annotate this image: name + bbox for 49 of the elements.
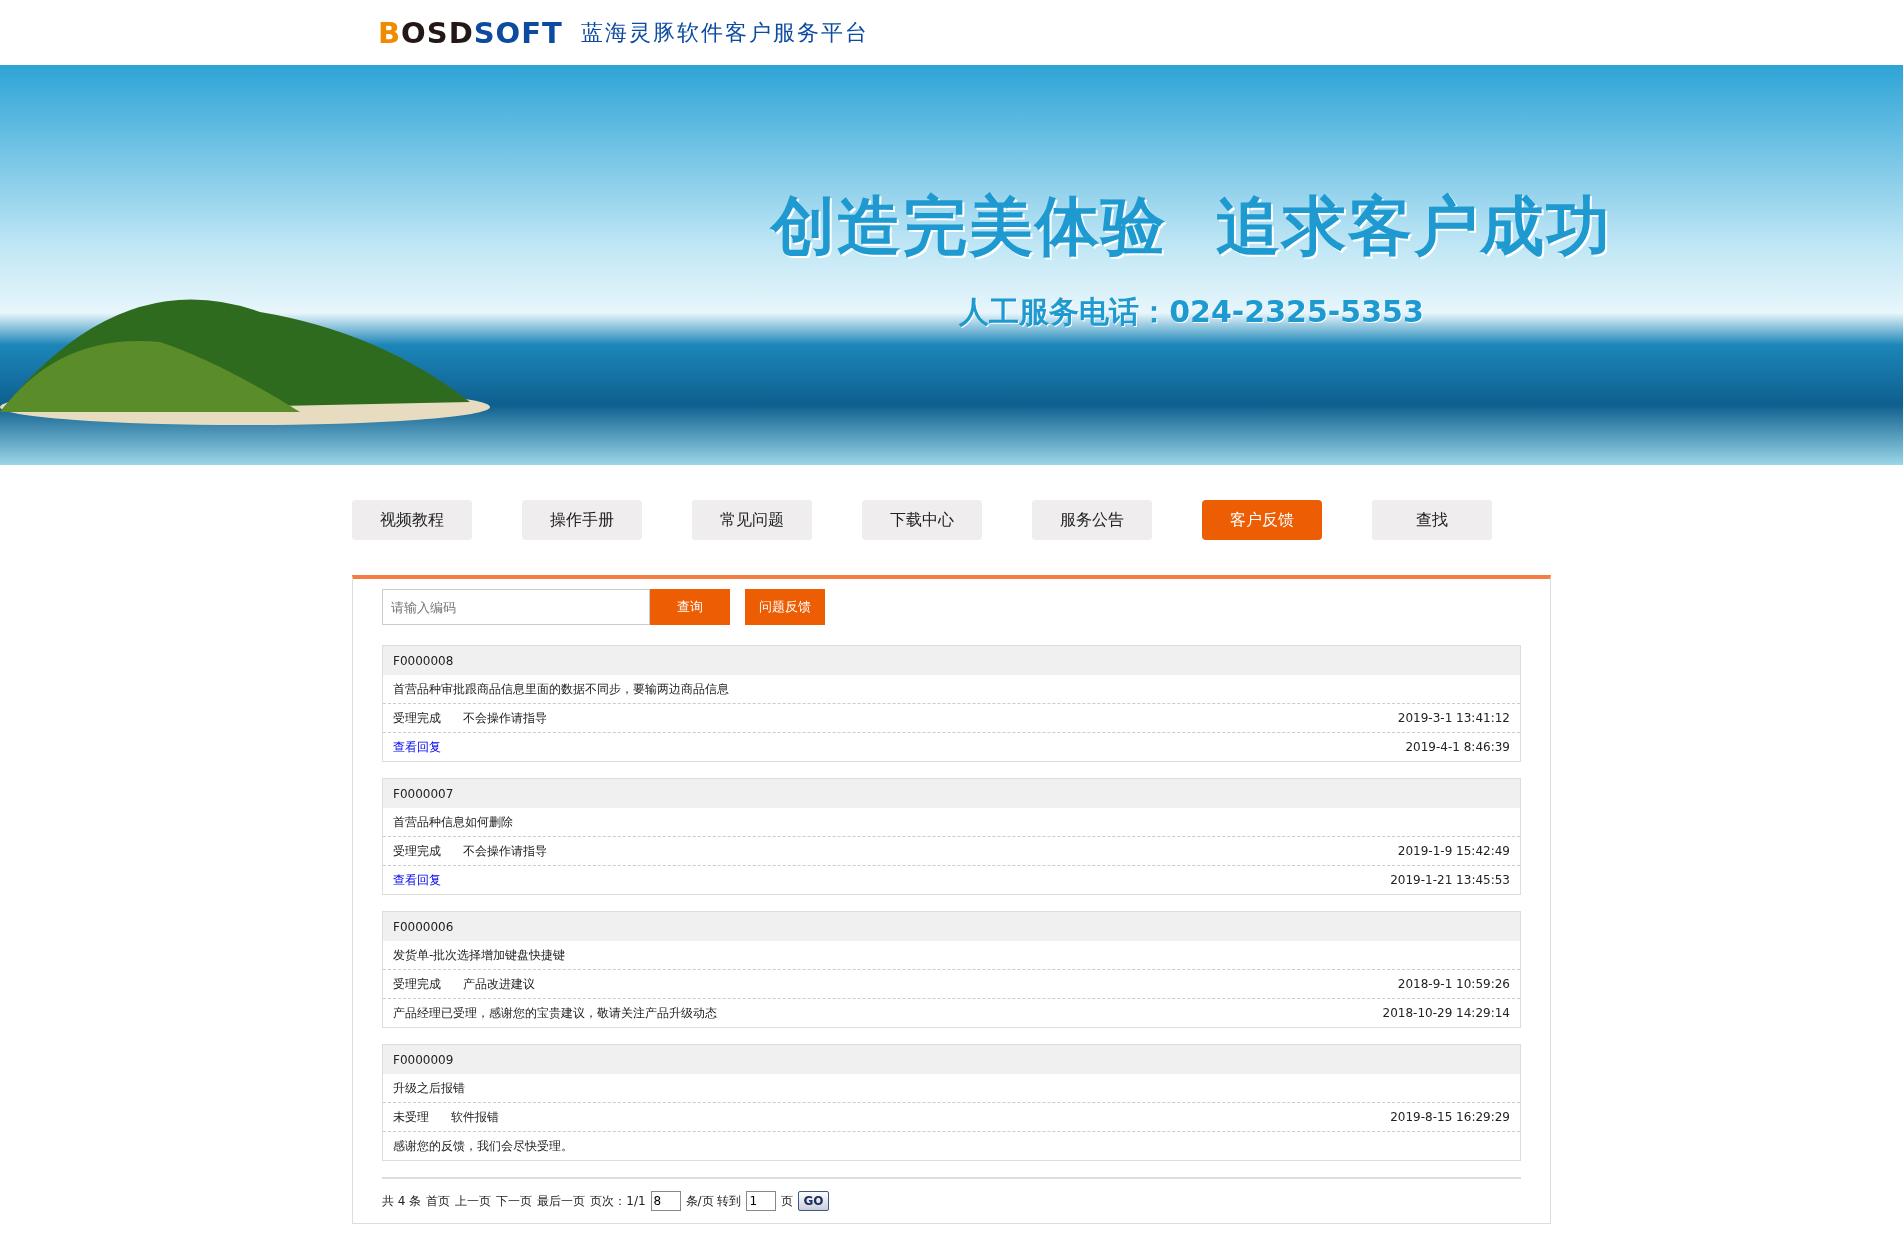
record-status: 未受理	[393, 1108, 429, 1126]
record-code: F0000009	[393, 1052, 454, 1067]
reply-text: 感谢您的反馈，我们会尽快受理。	[393, 1137, 573, 1155]
per-page-label: 条/页 转到	[685, 1192, 742, 1210]
nav-tab[interactable]: 查找	[1372, 500, 1492, 540]
record-category: 不会操作请指导	[463, 842, 547, 860]
prev-page-link[interactable]: 上一页	[455, 1192, 492, 1210]
record-title: 发货单-批次选择增加键盘快捷键	[393, 946, 566, 964]
nav-tab[interactable]: 服务公告	[1032, 500, 1152, 540]
reply-date: 2018-10-29 14:29:14	[1382, 1006, 1510, 1020]
record-category: 不会操作请指导	[463, 709, 547, 727]
service-phone: 人工服务电话：024-2325-5353	[959, 293, 1424, 331]
record-date: 2019-3-1 13:41:12	[1397, 711, 1510, 725]
banner-headline: 创造完美体验 追求客户成功	[771, 188, 1612, 265]
go-button[interactable]: GO	[798, 1191, 829, 1211]
nav-tab[interactable]: 常见问题	[692, 500, 812, 540]
record-code: F0000006	[393, 919, 454, 934]
record-code: F0000007	[393, 786, 454, 801]
next-page-link[interactable]: 下一页	[496, 1192, 533, 1210]
last-page-link[interactable]: 最后一页	[537, 1192, 586, 1210]
nav-tab[interactable]: 下载中心	[862, 500, 982, 540]
search-field[interactable]: 请输入编码	[382, 589, 650, 625]
page-size-field[interactable]: 8	[650, 1191, 681, 1211]
nav-tab[interactable]: 视频教程	[352, 500, 472, 540]
total-count: 共 4 条	[382, 1192, 422, 1210]
logo: BOSDSOFT	[378, 15, 563, 50]
goto-page-field[interactable]: 1	[746, 1191, 777, 1211]
record-status: 受理完成	[393, 842, 441, 860]
record-category: 产品改进建议	[463, 975, 535, 993]
view-reply-link[interactable]: 查看回复	[393, 871, 441, 889]
reply-date: 2019-1-21 13:45:53	[1390, 873, 1510, 887]
reply-text: 产品经理已受理，感谢您的宝贵建议，敬请关注产品升级动态	[393, 1004, 717, 1022]
page-info: 页次：1/1	[590, 1192, 646, 1210]
first-page-link[interactable]: 首页	[426, 1192, 451, 1210]
record-code: F0000008	[393, 653, 454, 668]
site-title: 蓝海灵豚软件客户服务平台	[580, 18, 869, 47]
record-date: 2019-1-9 15:42:49	[1397, 844, 1510, 858]
page-unit: 页	[781, 1192, 794, 1210]
record-date: 2018-9-1 10:59:26	[1397, 977, 1510, 991]
record-status: 受理完成	[393, 975, 441, 993]
nav-tab[interactable]: 操作手册	[522, 500, 642, 540]
record-title: 首营品种审批跟商品信息里面的数据不同步，要输两边商品信息	[393, 680, 729, 698]
record-status: 受理完成	[393, 709, 441, 727]
record-category: 软件报错	[451, 1108, 499, 1126]
record-title: 升级之后报错	[393, 1079, 465, 1097]
record-date: 2019-8-15 16:29:29	[1390, 1110, 1510, 1124]
reply-date: 2019-4-1 8:46:39	[1405, 740, 1510, 754]
view-reply-link[interactable]: 查看回复	[393, 738, 441, 756]
record-title: 首营品种信息如何删除	[393, 813, 513, 831]
